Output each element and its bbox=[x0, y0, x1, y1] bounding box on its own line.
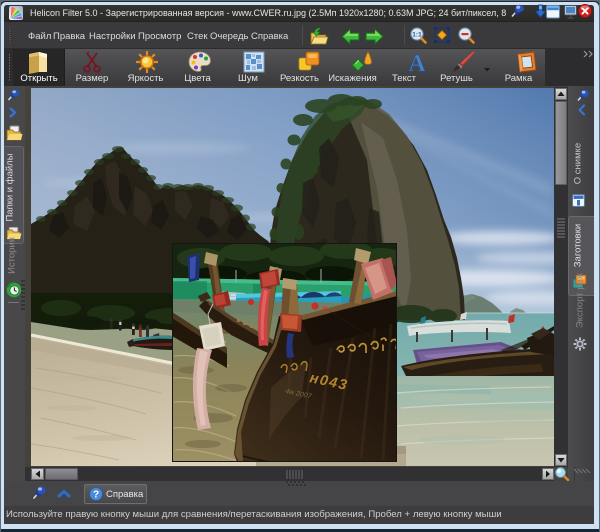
svg-text:A: A bbox=[408, 51, 426, 77]
svg-text:1:1: 1:1 bbox=[412, 32, 422, 39]
svg-text:?: ? bbox=[93, 490, 99, 501]
